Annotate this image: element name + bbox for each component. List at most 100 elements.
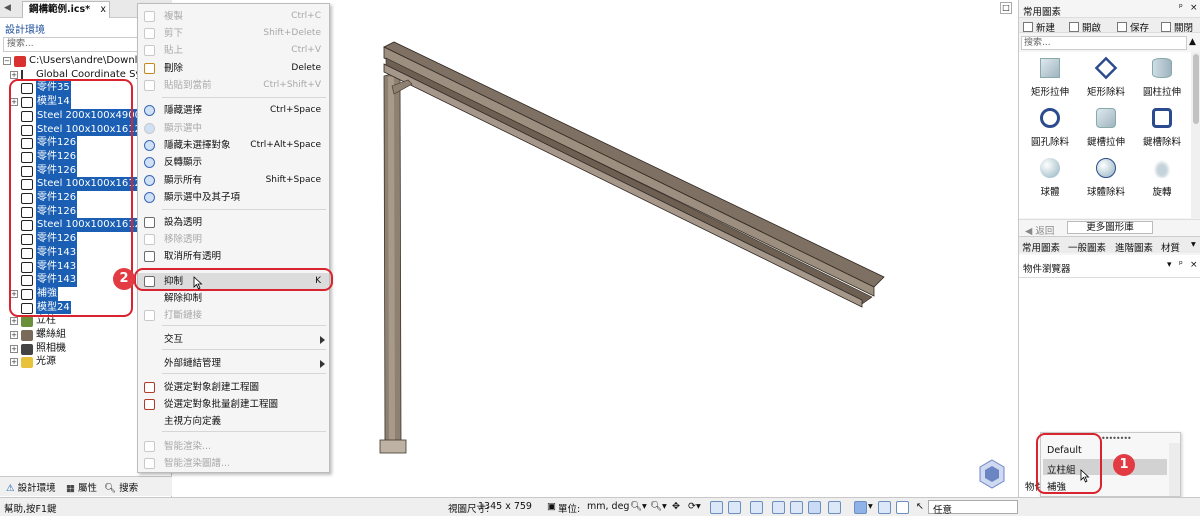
save-button[interactable]: 保存: [1117, 20, 1149, 34]
context-menu-item[interactable]: 從選定對象批量創建工程圖: [138, 396, 329, 413]
context-menu-item-label: 主視方向定義: [164, 416, 222, 427]
clear-transparent-icon: [144, 251, 155, 262]
view-cube-toggle-icon[interactable]: [854, 501, 867, 514]
tab-properties[interactable]: ▦ 屬性: [66, 480, 97, 494]
zoom-icon[interactable]: 🔍︎▾: [630, 501, 647, 512]
tab-design-env[interactable]: ⚠ 設計環境: [6, 480, 56, 494]
collapse-icon[interactable]: −: [3, 57, 11, 65]
context-menu-item[interactable]: 貼貼到當前 Ctrl+Shift+V: [138, 77, 329, 94]
catalog-item[interactable]: 旋轉: [1133, 158, 1191, 198]
context-menu-item[interactable]: 顯示選中: [138, 120, 329, 137]
units-label: 單位:: [558, 504, 581, 515]
context-menu-item[interactable]: 解除抑制: [138, 290, 329, 307]
context-menu-item[interactable]: 交互: [138, 331, 329, 348]
tab-search[interactable]: 🔍︎ 搜索: [104, 480, 138, 494]
tab-common-elements[interactable]: 常用圖素: [1022, 240, 1060, 254]
context-menu-item[interactable]: 智能渲染圖譜...: [138, 455, 329, 472]
context-menu-item[interactable]: 刪除 Delete: [138, 60, 329, 77]
pin-icon[interactable]: ᵖ: [1179, 260, 1183, 270]
document-tab[interactable]: 鋼構範例.ics* x: [22, 1, 110, 18]
context-menu-item[interactable]: 取消所有透明: [138, 248, 329, 265]
back-button[interactable]: ◀ 返回: [1025, 223, 1054, 237]
context-menu-item[interactable]: 顯示所有 Shift+Space: [138, 172, 329, 189]
expand-icon[interactable]: +: [10, 317, 18, 326]
tabs-menu-icon[interactable]: ▾: [1191, 239, 1196, 250]
shading-icon[interactable]: [772, 501, 785, 514]
dropdown-scrollbar[interactable]: [1169, 443, 1180, 496]
rotate-icon[interactable]: ⟳▾: [688, 501, 701, 512]
view-dropdown-icon[interactable]: ▾: [868, 501, 873, 512]
catalog-item[interactable]: 球體除料: [1077, 158, 1135, 198]
context-menu-item[interactable]: 主視方向定義: [138, 413, 329, 430]
catalog-scrollbar[interactable]: [1191, 52, 1200, 218]
tab-scroll-left-icon[interactable]: ◀: [4, 3, 11, 13]
context-menu-item[interactable]: 打斷鏈接: [138, 307, 329, 324]
context-menu-item[interactable]: 複製 Ctrl+C: [138, 8, 329, 25]
drag-handle-icon[interactable]: ••••••••: [1101, 434, 1132, 443]
view-cube-icon[interactable]: [979, 459, 1005, 489]
snap-icon[interactable]: [878, 501, 891, 514]
tab-general-elements[interactable]: 一般圖素: [1068, 240, 1106, 254]
context-menu-item-label: 隱藏選擇: [164, 105, 203, 116]
open-button[interactable]: 開啟: [1069, 20, 1101, 34]
catalog-item[interactable]: 鍵槽拉伸: [1077, 108, 1135, 148]
context-menu-item[interactable]: 反轉顯示: [138, 154, 329, 171]
catalog-search-input[interactable]: 搜索...: [1021, 36, 1187, 50]
expand-icon[interactable]: +: [10, 358, 18, 367]
close-button[interactable]: 關閉: [1161, 20, 1193, 34]
section-icon[interactable]: [790, 501, 803, 514]
context-menu-item-label: 複製: [164, 11, 184, 22]
catalog-item[interactable]: 球體: [1021, 158, 1079, 198]
zoom-window-icon[interactable]: 🔍︎▾: [650, 501, 667, 512]
context-menu-item[interactable]: 外部鏈結管理: [138, 355, 329, 372]
expand-icon[interactable]: +: [10, 70, 18, 79]
annotation-badge-2: 2: [113, 268, 135, 290]
hide-icon: [144, 105, 155, 116]
tab-advanced-elements[interactable]: 進階圖素: [1115, 240, 1153, 254]
search-dropdown-icon[interactable]: ▲: [1189, 37, 1196, 47]
view-front-icon[interactable]: [710, 501, 723, 514]
pan-icon[interactable]: ✥: [672, 501, 680, 512]
catalog-item[interactable]: 鍵槽除料: [1133, 108, 1191, 148]
expand-icon[interactable]: +: [10, 331, 18, 339]
context-menu-item-label: 顯示選中及其子項: [164, 192, 241, 203]
help-text: 幫助,按F1鍵: [4, 504, 57, 515]
tab-materials[interactable]: 材質: [1161, 240, 1180, 254]
units-value: mm, deg: [587, 501, 630, 512]
new-button[interactable]: 新建: [1023, 20, 1055, 34]
context-menu-item[interactable]: 移除透明: [138, 231, 329, 248]
selection-filter-select[interactable]: 任意: [928, 500, 1018, 516]
more-libraries-button[interactable]: 更多圖形庫: [1067, 221, 1153, 234]
context-menu-item[interactable]: 剪下 Shift+Delete: [138, 25, 329, 42]
close-icon[interactable]: ×: [1190, 3, 1198, 13]
context-menu-shortcut: Ctrl+V: [291, 45, 321, 55]
document-tab-title: 鋼構範例.ics*: [29, 4, 91, 15]
expand-icon[interactable]: +: [10, 344, 18, 353]
context-menu-item[interactable]: 貼上 Ctrl+V: [138, 42, 329, 59]
new-icon: [1023, 22, 1033, 32]
close-icon[interactable]: x: [100, 2, 106, 17]
catalog-tabs: 常用圖素 一般圖素 進階圖素 材質 ▾: [1019, 236, 1200, 254]
grid-icon[interactable]: [808, 501, 821, 514]
units-icon: ▣: [547, 501, 556, 512]
close-icon[interactable]: ×: [1190, 260, 1198, 270]
context-menu-item[interactable]: 從選定對象創建工程圖: [138, 379, 329, 396]
context-menu-item[interactable]: 設為透明: [138, 214, 329, 231]
context-menu-item-label: 剪下: [164, 28, 184, 39]
hole-cut-icon: [1040, 108, 1060, 128]
context-menu-item[interactable]: 隱藏未選擇對象 Ctrl+Alt+Space: [138, 137, 329, 154]
properties-icon: ▦: [66, 483, 75, 494]
catalog-item[interactable]: 圓柱拉伸: [1133, 58, 1191, 98]
view-orient-icon[interactable]: [728, 501, 741, 514]
render-mode-icon[interactable]: [750, 501, 763, 514]
catalog-item[interactable]: 矩形除料: [1077, 56, 1135, 98]
cube-icon[interactable]: [828, 501, 841, 514]
context-menu-item[interactable]: 顯示選中及其子項: [138, 189, 329, 206]
catalog-item[interactable]: 矩形拉伸: [1021, 58, 1079, 98]
panel-menu-icon[interactable]: ▾: [1167, 260, 1172, 270]
context-menu-item[interactable]: 隱藏選擇 Ctrl+Space: [138, 102, 329, 119]
select-cursor-icon[interactable]: [896, 501, 909, 514]
context-menu-item[interactable]: 智能渲染...: [138, 438, 329, 455]
catalog-item[interactable]: 圓孔除料: [1021, 108, 1079, 148]
pin-icon[interactable]: ᵖ: [1179, 3, 1183, 13]
